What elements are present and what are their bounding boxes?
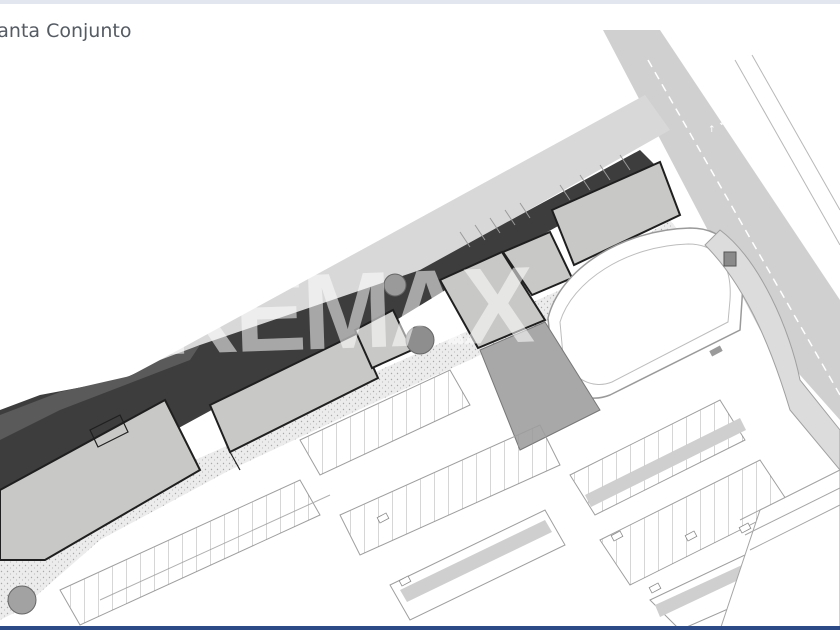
page-title: lanta Conjunto <box>0 20 132 42</box>
car <box>398 575 412 587</box>
tree <box>7 585 37 615</box>
sign-box <box>723 251 737 267</box>
road-arrow: ↑ <box>708 125 716 135</box>
watermark: REMAX <box>158 243 533 378</box>
road-arrow: ↓ <box>718 118 726 128</box>
bottom-accent-bar <box>0 626 840 630</box>
car <box>648 582 662 594</box>
sign-box <box>709 345 723 357</box>
parking-median <box>400 520 552 602</box>
